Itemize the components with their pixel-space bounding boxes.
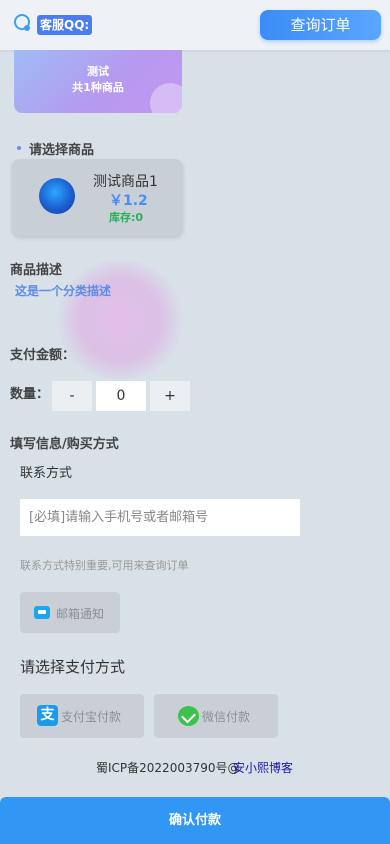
confirm-payment-button[interactable]: 确认付款 (0, 797, 390, 844)
wechat-icon (178, 706, 199, 726)
contact-input[interactable]: [必填]请输入手机号或者邮箱号 (20, 499, 300, 536)
contact-hint: 联系方式特别重要,可用来查询订单 (20, 559, 189, 572)
contact-label: 联系方式 (20, 466, 73, 481)
bullet-dot (17, 146, 21, 150)
alipay-label: 支付宝付款 (61, 710, 122, 724)
payment-amount-label: 支付金额： (10, 348, 76, 363)
description-text: 这是一个分类描述 (15, 284, 112, 298)
product-logo-icon (39, 178, 75, 214)
site-link[interactable]: 安小熙博客 (233, 759, 293, 776)
product-stock: 库存:0 (109, 211, 144, 224)
product-name: 测试商品1 (93, 174, 158, 190)
quantity-label: 数量： (10, 387, 50, 402)
wechat-pay-button[interactable]: 微信付款 (154, 694, 278, 738)
product-card[interactable]: 测试商品1 ￥1.2 库存:0 (12, 159, 183, 236)
alipay-button[interactable]: 支 支付宝付款 (20, 694, 144, 738)
quantity-input[interactable]: 0 (96, 381, 146, 411)
category-card[interactable]: 测试 共1种商品 (14, 50, 182, 113)
top-bar: 客服QQ: 查询订单 (0, 0, 390, 50)
fill-info-title: 填写信息/购买方式 (10, 437, 119, 452)
mail-icon (34, 606, 50, 619)
alipay-icon: 支 (37, 705, 58, 726)
icp-text: 蜀ICP备2022003790号@ (96, 761, 240, 775)
select-product-title: 请选择商品 (29, 143, 95, 158)
email-notify-label: 邮箱通知 (56, 607, 105, 621)
quantity-minus-button[interactable]: - (52, 381, 92, 411)
email-notify-button[interactable]: 邮箱通知 (20, 592, 120, 633)
quantity-plus-button[interactable]: + (150, 381, 190, 411)
payment-method-title: 请选择支付方式 (20, 658, 126, 676)
headset-icon[interactable] (12, 12, 34, 34)
category-name: 测试 (87, 65, 109, 78)
customer-service-qq[interactable]: 客服QQ: (37, 15, 93, 35)
description-title: 商品描述 (10, 263, 63, 278)
product-price: ￥1.2 (109, 193, 148, 209)
query-order-button[interactable]: 查询订单 (260, 10, 381, 40)
wechat-pay-label: 微信付款 (202, 710, 251, 724)
